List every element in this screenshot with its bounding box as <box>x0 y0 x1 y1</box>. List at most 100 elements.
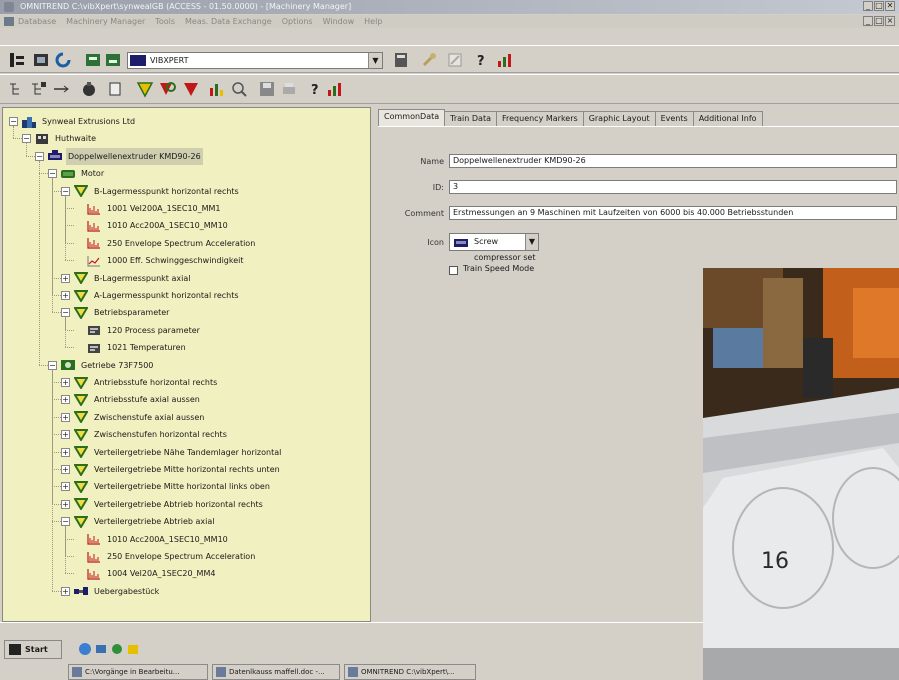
tree-node[interactable]: + Zwischenstufe axial aussen <box>61 409 206 426</box>
tab-commondata[interactable]: CommonData <box>378 109 446 126</box>
expand-icon[interactable]: + <box>61 447 70 457</box>
link-icon[interactable] <box>52 80 70 98</box>
tree-node[interactable]: 120 Process parameter <box>74 322 202 339</box>
tree-node[interactable]: 1021 Temperaturen <box>74 339 188 356</box>
help-toolbar-icon[interactable]: ? <box>306 80 324 98</box>
report-chart-icon[interactable] <box>326 80 344 98</box>
tree-view-icon[interactable] <box>8 51 26 69</box>
collapse-icon[interactable]: − <box>61 186 70 196</box>
expand-icon[interactable]: + <box>61 273 70 283</box>
menu-tools[interactable]: Tools <box>155 17 175 26</box>
tree-node[interactable]: + Uebergabestück <box>61 583 161 600</box>
task-omnitrend[interactable]: OMNITREND C:\vibXpert\... <box>344 664 476 680</box>
measurement-refresh-icon[interactable] <box>158 80 176 98</box>
edit-icon[interactable] <box>446 51 464 69</box>
collapse-icon[interactable]: − <box>35 151 44 161</box>
tree-node[interactable]: − Huthwaite <box>22 130 98 147</box>
tree-node[interactable]: − Doppelwellenextruder KMD90-26 <box>35 147 203 165</box>
tree-node[interactable]: − Synweal Extrusions Ltd <box>9 113 137 130</box>
expand-icon[interactable]: + <box>61 586 70 596</box>
tree-node[interactable]: 1001 Vel200A_1SEC10_MM1 <box>74 200 223 217</box>
collapse-icon[interactable]: − <box>9 117 18 126</box>
media-icon[interactable] <box>110 642 124 656</box>
expand-tree-icon[interactable] <box>30 80 48 98</box>
tree-node[interactable]: + Verteilergetriebe Nähe Tandemlager hori… <box>61 444 283 461</box>
expand-icon[interactable]: + <box>61 378 70 387</box>
tree-node[interactable]: 1010 Acc200A_1SEC10_MM10 <box>74 531 230 548</box>
desktop-icon[interactable] <box>94 642 108 656</box>
transfer-up-icon[interactable] <box>84 51 102 69</box>
collapse-icon[interactable]: − <box>61 517 70 527</box>
chevron-down-icon[interactable]: ▼ <box>525 234 538 250</box>
wrench-icon[interactable] <box>420 51 438 69</box>
minimize-button[interactable]: _ <box>863 1 873 11</box>
tree-node[interactable]: 1000 Eff. Schwinggeschwindigkeit <box>74 252 246 269</box>
collapse-icon[interactable]: − <box>22 134 31 144</box>
collapse-icon[interactable]: − <box>61 308 70 318</box>
tree-node[interactable]: 250 Envelope Spectrum Acceleration <box>74 235 257 252</box>
tree-node[interactable]: + B-Lagermesspunkt axial <box>61 270 192 287</box>
help-icon[interactable]: ? <box>472 51 490 69</box>
device-combo[interactable]: VIBXPERT ▼ <box>127 52 383 69</box>
tree-node[interactable]: + A-Lagermesspunkt horizontal rechts <box>61 287 241 304</box>
close-button[interactable]: ✕ <box>885 1 895 11</box>
chart-icon[interactable] <box>496 51 514 69</box>
zoom-icon[interactable] <box>230 80 248 98</box>
name-field[interactable]: Doppelwellenextruder KMD90-26 <box>449 154 897 168</box>
start-button[interactable]: Start <box>4 640 62 659</box>
id-field[interactable]: 3 <box>449 180 897 194</box>
tree-node[interactable]: − Betriebsparameter <box>61 304 171 321</box>
tree-node[interactable]: + Antriebsstufe axial aussen <box>61 391 202 408</box>
machine-view-icon[interactable] <box>32 51 50 69</box>
tree-node[interactable]: + Zwischenstufen horizontal rechts <box>61 426 229 443</box>
tree-node[interactable]: + Verteilergetriebe Abtrieb horizontal re… <box>61 496 265 513</box>
collapse-icon[interactable]: − <box>48 169 57 179</box>
browser-icon[interactable] <box>78 642 92 656</box>
tree-node[interactable]: − B-Lagermesspunkt horizontal rechts <box>61 183 241 200</box>
train-speed-mode-checkbox[interactable] <box>449 266 458 275</box>
icon-select[interactable]: Screw compressor set ▼ <box>449 233 539 262</box>
expand-icon[interactable]: + <box>61 291 70 300</box>
delete-icon[interactable] <box>80 80 98 98</box>
tab-frequency-markers[interactable]: Frequency Markers <box>495 111 584 126</box>
menu-window[interactable]: Window <box>323 17 355 26</box>
tree-node[interactable]: − Verteilergetriebe Abtrieb axial <box>61 513 216 530</box>
tree-node[interactable]: − Getriebe 73F7500 <box>48 357 155 374</box>
bars-icon[interactable] <box>208 80 226 98</box>
expand-icon[interactable]: + <box>61 465 70 474</box>
explorer-icon[interactable] <box>126 642 140 656</box>
expand-icon[interactable]: + <box>61 482 70 492</box>
menu-database[interactable]: Database <box>18 17 56 26</box>
task-document[interactable]: Datenlkauss maffell.doc -... <box>212 664 340 680</box>
tree-node[interactable]: + Antriebsstufe horizontal rechts <box>61 374 219 391</box>
transfer-down-icon[interactable] <box>104 51 122 69</box>
print-icon[interactable] <box>280 80 298 98</box>
tree-node[interactable]: 1010 Acc200A_1SEC10_MM10 <box>74 217 230 234</box>
tree-node[interactable]: + Verteilergetriebe Mitte horizontal link… <box>61 478 272 495</box>
restore-button[interactable]: □ <box>874 1 884 11</box>
tree-node[interactable]: 1004 Vel20A_1SEC20_MM4 <box>74 565 217 582</box>
tab-events[interactable]: Events <box>654 111 694 126</box>
child-minimize-button[interactable]: _ <box>863 16 873 26</box>
menu-help[interactable]: Help <box>364 17 382 26</box>
filter-measpoint-icon[interactable] <box>136 80 154 98</box>
comment-field[interactable]: Erstmessungen an 9 Maschinen mit Laufzei… <box>449 206 897 220</box>
sync-icon[interactable] <box>54 51 72 69</box>
child-restore-button[interactable]: □ <box>874 16 884 26</box>
expand-icon[interactable]: + <box>61 412 70 422</box>
menu-machinery-manager[interactable]: Machinery Manager <box>66 17 145 26</box>
chevron-down-icon[interactable]: ▼ <box>368 53 382 68</box>
expand-icon[interactable]: + <box>61 395 70 405</box>
collapse-tree-icon[interactable] <box>8 80 26 98</box>
copy-icon[interactable] <box>106 80 124 98</box>
tree-node[interactable]: 250 Envelope Spectrum Acceleration <box>74 548 257 565</box>
expand-icon[interactable]: + <box>61 430 70 440</box>
tab-additional-info[interactable]: Additional Info <box>692 111 763 126</box>
menu-options[interactable]: Options <box>282 17 313 26</box>
tree-node[interactable]: − Motor <box>48 165 106 182</box>
menu-meas-data-exchange[interactable]: Meas. Data Exchange <box>185 17 272 26</box>
save-icon[interactable] <box>258 80 276 98</box>
tab-graphic-layout[interactable]: Graphic Layout <box>582 111 656 126</box>
tab-train-data[interactable]: Train Data <box>444 111 497 126</box>
tree-node[interactable]: + Verteilergetriebe Mitte horizontal rech… <box>61 461 282 478</box>
